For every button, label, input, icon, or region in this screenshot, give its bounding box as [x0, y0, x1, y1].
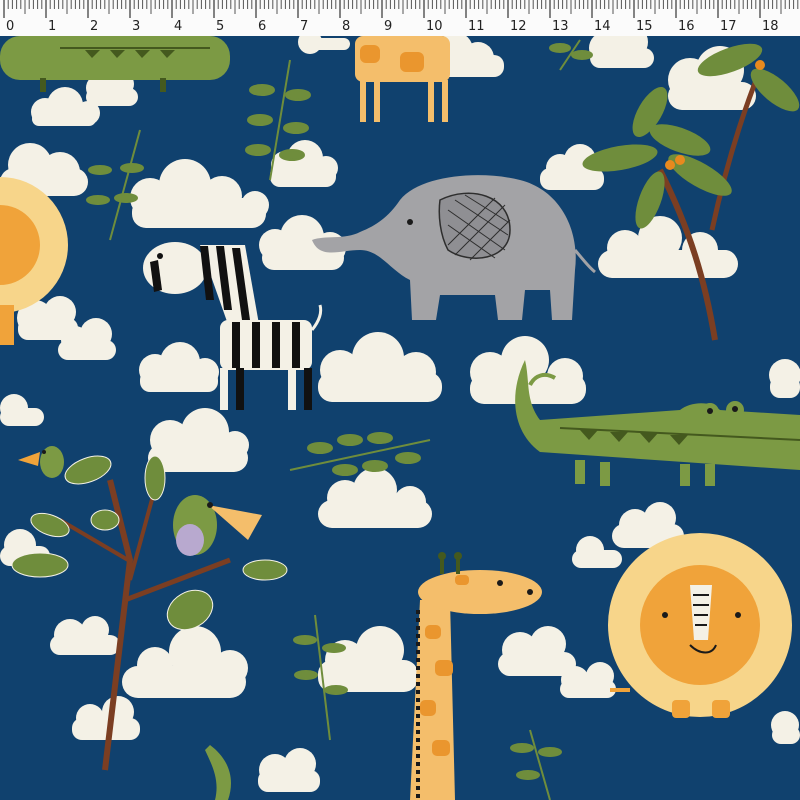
measurement-ruler: 0 1 2 3 4 5 6 7 8 9 10 11 12 13 14 15 16 17 18: [0, 0, 800, 36]
ruler-label: 14: [594, 19, 611, 34]
ruler-label: 0: [6, 19, 14, 34]
ruler-label: 5: [216, 19, 224, 34]
ruler-label: 12: [510, 19, 527, 34]
ruler-label: 3: [132, 19, 140, 34]
ruler-label: 11: [468, 19, 485, 34]
ruler-label: 17: [720, 19, 737, 34]
ruler-label: 10: [426, 19, 443, 34]
ruler-label: 8: [342, 19, 350, 34]
ruler-label: 7: [300, 19, 308, 34]
cloud: [771, 711, 800, 744]
safari-pattern-artwork: [0, 0, 800, 800]
ruler-label: 13: [552, 19, 569, 34]
ruler-label: 9: [384, 19, 392, 34]
ruler-label: 16: [678, 19, 695, 34]
ruler-label: 6: [258, 19, 266, 34]
lion: [608, 533, 792, 718]
cloud: [769, 359, 800, 398]
ruler-label: 18: [762, 19, 779, 34]
ruler-label: 4: [174, 19, 182, 34]
ruler-label: 2: [90, 19, 98, 34]
fabric-print: 0 1 2 3 4 5 6 7 8 9 10 11 12 13 14 15 16 17 18: [0, 0, 800, 800]
ruler-label: 1: [48, 19, 56, 34]
ruler-label: 15: [636, 19, 653, 34]
